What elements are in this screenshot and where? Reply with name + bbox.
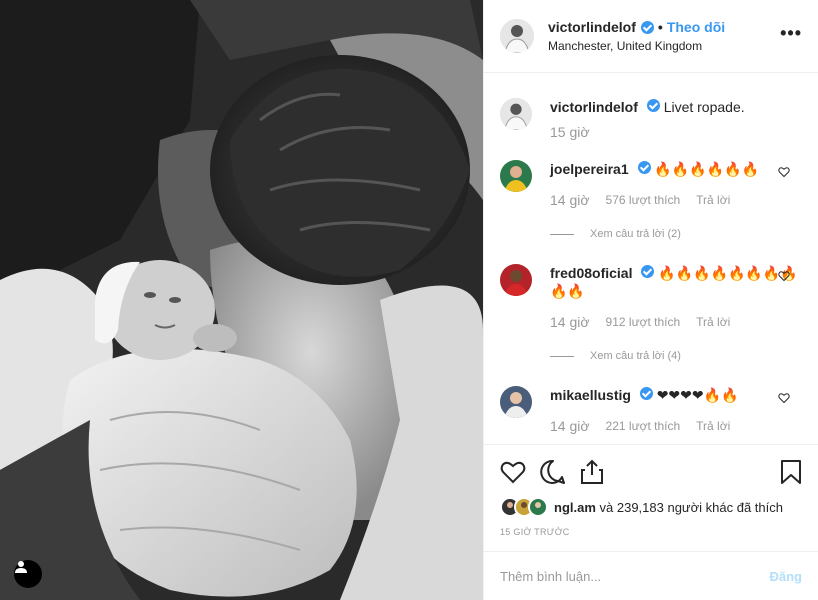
caption-text: Livet ropade. (663, 99, 745, 115)
share-icon[interactable] (580, 459, 604, 485)
verified-badge-icon (639, 387, 653, 400)
post-header: victorlindelof • Theo dõi Manchester, Un… (484, 0, 818, 73)
likes-summary: ngl.am và 239,183 người khác đã thích (500, 497, 802, 517)
post-actions: ngl.am và 239,183 người khác đã thích 15… (484, 444, 818, 551)
author-avatar[interactable] (500, 19, 534, 53)
reply-button[interactable]: Trả lời (696, 193, 730, 207)
comment-like-heart-icon[interactable] (778, 270, 790, 282)
follow-button[interactable]: Theo dõi (667, 19, 725, 35)
liker-username[interactable]: ngl.am (554, 500, 596, 515)
comment-likes[interactable]: 576 lượt thích (606, 193, 681, 207)
comment-username[interactable]: mikaellustig (550, 387, 631, 403)
comment-avatar[interactable] (500, 160, 532, 192)
comment-like-heart-icon[interactable] (778, 392, 790, 404)
comment-time[interactable]: 14 giờ (550, 192, 590, 208)
replies-divider (550, 355, 574, 357)
heart-icon[interactable] (500, 460, 526, 484)
verified-badge-icon (640, 20, 654, 34)
caption-username[interactable]: victorlindelof (550, 99, 638, 115)
post-timestamp[interactable]: 15 GIỜ TRƯỚC (500, 527, 802, 537)
more-options-icon[interactable]: ••• (780, 24, 802, 42)
view-replies-button[interactable]: Xem câu trả lời (4) (550, 350, 802, 362)
photo-illustration (0, 0, 483, 600)
comment-icon[interactable] (540, 459, 566, 485)
view-replies-label: Xem câu trả lời (2) (590, 228, 681, 240)
comment-username[interactable]: fred08oficial (550, 265, 632, 281)
verified-badge-icon (637, 161, 651, 174)
comment-input[interactable] (500, 568, 770, 584)
comment-text: 🔥🔥🔥🔥🔥🔥 (654, 161, 759, 177)
verified-badge-icon (646, 99, 660, 112)
comment-avatar[interactable] (500, 386, 532, 418)
user-tags-button[interactable] (14, 560, 42, 588)
post-side-panel: victorlindelof • Theo dõi Manchester, Un… (483, 0, 818, 600)
bookmark-icon[interactable] (780, 459, 802, 485)
reply-button[interactable]: Trả lời (696, 419, 730, 433)
post-comment-button[interactable]: Đăng (770, 569, 803, 584)
comment-time[interactable]: 14 giờ (550, 418, 590, 434)
comment-likes[interactable]: 221 lượt thích (606, 419, 681, 433)
comment-text: ❤❤❤❤🔥🔥 (656, 387, 739, 403)
comment-item: mikaellustig ❤❤❤❤🔥🔥 14 giờ 221 lượt thíc… (500, 386, 802, 434)
add-comment-bar: Đăng (484, 551, 818, 600)
post-photo[interactable] (0, 0, 483, 600)
comment-username[interactable]: joelpereira1 (550, 161, 629, 177)
caption: victorlindelof Livet ropade. 15 giờ (500, 98, 802, 140)
author-username[interactable]: victorlindelof (548, 19, 636, 35)
replies-divider (550, 233, 574, 235)
caption-time[interactable]: 15 giờ (550, 124, 590, 140)
view-replies-button[interactable]: Xem câu trả lời (2) (550, 228, 802, 240)
comment-likes[interactable]: 912 lượt thích (606, 315, 681, 329)
user-icon (15, 561, 27, 573)
comment-time[interactable]: 14 giờ (550, 314, 590, 330)
likes-count-text[interactable]: và 239,183 người khác đã thích (596, 500, 783, 515)
reply-button[interactable]: Trả lời (696, 315, 730, 329)
comments-list[interactable]: victorlindelof Livet ropade. 15 giờ joel… (484, 74, 818, 444)
comment-item: fred08oficial 🔥🔥🔥🔥🔥🔥🔥🔥🔥🔥 14 giờ 912 lượt… (500, 264, 802, 330)
post-location[interactable]: Manchester, United Kingdom (548, 39, 725, 53)
view-replies-label: Xem câu trả lời (4) (590, 350, 681, 362)
liker-avatars[interactable] (500, 497, 548, 517)
comment-avatar[interactable] (500, 264, 532, 296)
comment-item: joelpereira1 🔥🔥🔥🔥🔥🔥 14 giờ 576 lượt thíc… (500, 160, 802, 208)
comment-like-heart-icon[interactable] (778, 166, 790, 178)
separator-dot: • (657, 19, 663, 35)
verified-badge-icon (641, 265, 655, 278)
caption-avatar[interactable] (500, 98, 532, 130)
liker-avatar (528, 497, 548, 517)
